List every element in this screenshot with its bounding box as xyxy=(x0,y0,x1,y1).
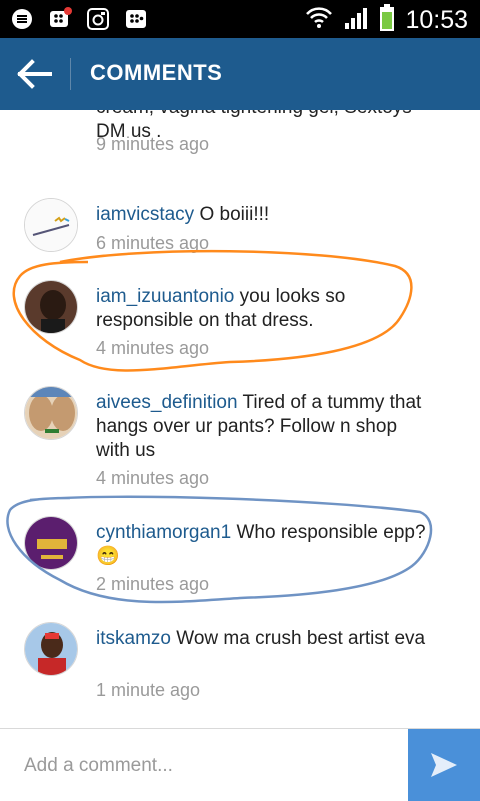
comment-username[interactable]: iamvicstacy xyxy=(96,204,194,225)
add-comment-input[interactable] xyxy=(10,741,406,791)
header-divider xyxy=(70,58,71,90)
comment-time: 1 minute ago xyxy=(96,680,201,700)
send-button[interactable] xyxy=(408,729,480,801)
comment-username[interactable]: iam_izuuantonio xyxy=(96,286,234,307)
comment-composer xyxy=(0,728,480,801)
comment-time: 6 minutes ago xyxy=(96,233,210,253)
signal-icon xyxy=(343,5,369,36)
wifi-icon xyxy=(305,5,333,36)
comment-text: aivees_definition Tired of a tummy that … xyxy=(96,392,422,461)
avatar[interactable] xyxy=(24,622,78,676)
comments-list[interactable]: cream, vagina tightening gel, Sextoys DM… xyxy=(0,110,480,730)
avatar[interactable] xyxy=(24,386,78,440)
bbm-icon xyxy=(124,7,148,31)
comment-time: 4 minutes ago xyxy=(96,338,210,358)
instagram-icon xyxy=(86,7,110,31)
bbm-notification-icon xyxy=(48,7,72,31)
comments-header: COMMENTS xyxy=(0,38,480,110)
arrow-left-icon xyxy=(17,59,52,89)
send-icon xyxy=(431,753,457,777)
comment-time: 2 minutes ago xyxy=(96,574,210,594)
comment-time: 4 minutes ago xyxy=(96,468,210,488)
page-title: COMMENTS xyxy=(90,60,223,85)
comment-username[interactable]: itskamzo xyxy=(96,628,171,649)
battery-icon xyxy=(379,4,395,37)
comment-time: 9 minutes ago xyxy=(96,134,210,154)
avatar[interactable] xyxy=(24,198,78,252)
avatar[interactable] xyxy=(24,516,78,570)
comment-text: iamvicstacy O boiii!!! xyxy=(96,204,270,225)
comment-username[interactable]: aivees_definition xyxy=(96,392,238,413)
comment-text: cynthiamorgan1 Who responsible epp? 😁 xyxy=(96,522,426,567)
back-button[interactable] xyxy=(14,56,54,92)
comment-text: iam_izuuantonio you looks so responsible… xyxy=(96,286,346,331)
comment-text: itskamzo Wow ma crush best artist eva xyxy=(96,628,426,649)
comment-username[interactable]: cynthiamorgan1 xyxy=(96,522,231,543)
status-time: 10:53 xyxy=(405,6,468,34)
chat-bubble-icon xyxy=(10,7,34,31)
status-bar: 10:53 xyxy=(0,0,480,38)
avatar[interactable] xyxy=(24,280,78,334)
